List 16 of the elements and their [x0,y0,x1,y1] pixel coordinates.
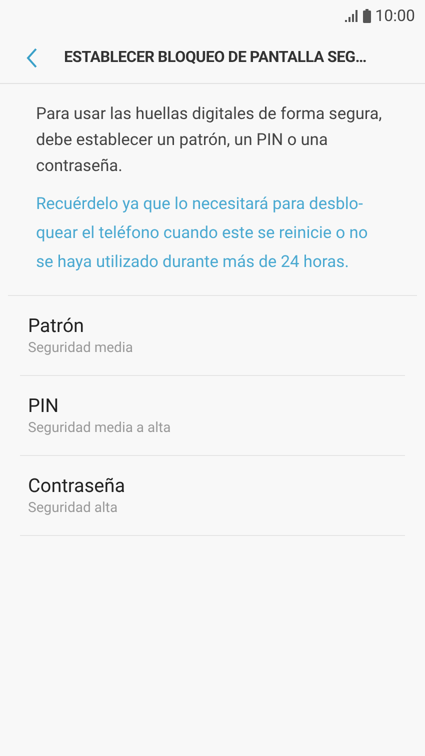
battery-icon [363,9,372,23]
option-item[interactable]: PIN Seguridad media a alta [20,376,405,456]
option-title: Patrón [28,314,86,338]
intro-text: Para usar las huellas digitales de forma segura, debe establecer un patrón, un PIN o una contraseña. [36,104,383,178]
option-title: Contraseña [28,474,126,498]
status-time: 10:00 [375,5,415,27]
option-subtitle: Seguridad media [28,338,134,358]
option-item[interactable]: Patrón Seguridad media [20,296,405,376]
option-item[interactable]: Contraseña Seguridad alta [20,456,405,536]
back-icon [26,48,38,68]
page-title: ESTABLECER BLOQUEO DE PANTALLA SEG… [64,46,366,68]
notice-text: Recuérdelo ya que lo necesitará para desblo-quear el teléfono cuando este se reinicie o no se haya utilizado durante más de 24 horas. [36,194,369,274]
signal-icon [345,10,360,22]
option-title: PIN [28,394,60,418]
option-subtitle: Seguridad media a alta [28,418,172,438]
option-subtitle: Seguridad alta [28,498,119,518]
